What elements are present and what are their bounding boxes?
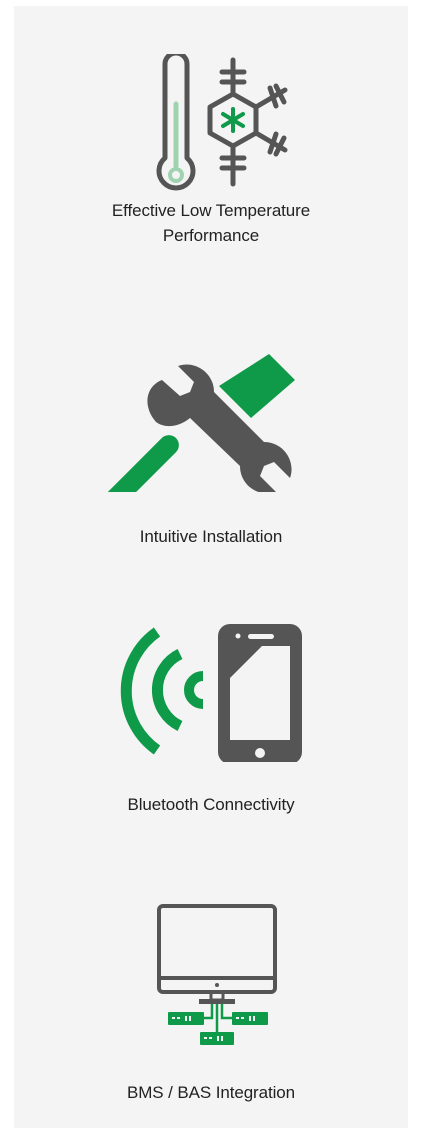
- thermometer-snowflake-icon: [156, 50, 288, 191]
- feature-label-installation: Intuitive Installation: [139, 527, 283, 546]
- feature-2: [14, 346, 408, 509]
- feature-3: [14, 612, 408, 767]
- feature-1: [14, 50, 408, 205]
- wrench-hammer-icon: [105, 354, 295, 509]
- monitor-network-icon: [157, 904, 277, 1045]
- feature-label-low-temperature: Effective Low Temperature Performance: [111, 201, 311, 245]
- feature-label-bluetooth: Bluetooth Connectivity: [127, 795, 295, 814]
- bluetooth-phone-icon: [120, 624, 302, 764]
- feature-label-bms-bas: BMS / BAS Integration: [127, 1083, 295, 1102]
- feature-4: [14, 904, 408, 1057]
- features-panel: Effective Low Temperature Performance In…: [14, 6, 408, 1128]
